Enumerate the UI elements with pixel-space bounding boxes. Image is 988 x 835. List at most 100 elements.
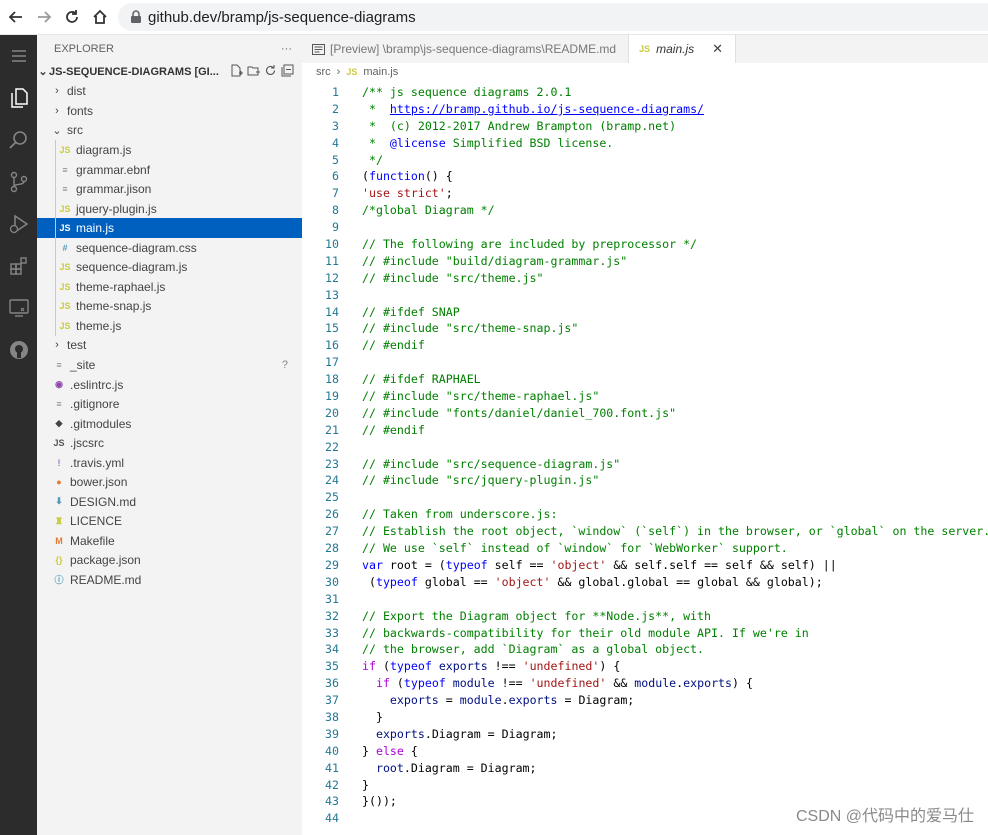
forward-arrow-icon[interactable] <box>32 5 56 29</box>
breadcrumb-folder[interactable]: src <box>316 66 331 78</box>
collapse-all-icon[interactable] <box>281 64 294 77</box>
code-token: exports <box>508 693 558 708</box>
code-line: 31 <box>302 591 988 608</box>
code-token: function <box>368 169 425 184</box>
code-token: self == <box>487 557 551 572</box>
code-token: exports <box>683 676 733 691</box>
chevron-right-icon: › <box>336 66 341 78</box>
code-token: // #endif <box>362 338 425 353</box>
file-item[interactable]: ◉ .eslintrc.js <box>37 375 302 395</box>
explorer-icon[interactable] <box>0 77 37 119</box>
file-tree: › dist › fonts ⌄ src JS diagram.js ≡ grammar.ebnf… <box>37 82 302 590</box>
file-item[interactable]: JS sequence-diagram.js <box>37 257 302 278</box>
code-text: // #endif <box>362 422 425 439</box>
folder-fonts[interactable]: › fonts <box>37 101 302 121</box>
file-item[interactable]: JS theme.js <box>37 316 302 336</box>
line-number: 40 <box>325 743 339 758</box>
code-token: global == <box>417 574 495 589</box>
code-line: 25 <box>302 489 988 506</box>
indent-guide <box>55 277 56 297</box>
file-item[interactable]: ♜ LICENCE <box>37 512 302 532</box>
line-number: 28 <box>325 541 339 556</box>
file-item[interactable]: ⓘ README.md <box>37 570 302 590</box>
file-item[interactable]: ! .travis.yml <box>37 453 302 473</box>
menu-icon[interactable] <box>0 35 37 77</box>
indent-guide <box>55 237 56 258</box>
code-text: // #include "src/sequence-diagram.js" <box>362 456 620 473</box>
code-text: // #include "build/diagram-grammar.js" <box>362 253 627 270</box>
file-item[interactable]: ≡ grammar.ebnf <box>37 159 302 180</box>
make-file-icon: M <box>55 535 63 546</box>
line-number: 22 <box>325 439 339 454</box>
code-text: exports = module.exports = Diagram; <box>362 692 634 709</box>
line-number: 21 <box>325 422 339 437</box>
file-label: sequence-diagram.css <box>76 240 197 255</box>
file-item[interactable]: ≡ .gitignore <box>37 394 302 414</box>
line-number: 11 <box>325 253 339 268</box>
run-debug-icon[interactable] <box>0 203 37 245</box>
code-line: 10 // The following are included by prepr… <box>302 236 988 253</box>
github-icon[interactable] <box>0 329 37 371</box>
file-item[interactable]: ≡ _site? <box>37 355 302 375</box>
file-item[interactable]: ● bower.json <box>37 472 302 492</box>
code-text: } <box>362 709 383 726</box>
reload-icon[interactable] <box>60 5 84 29</box>
code-line: 4 * @license Simplified BSD license. <box>302 135 988 152</box>
line-number: 18 <box>325 372 339 387</box>
line-number: 34 <box>325 642 339 657</box>
file-item[interactable]: JS theme-raphael.js <box>37 277 302 297</box>
code-line: 5 */ <box>302 152 988 169</box>
search-icon[interactable] <box>0 119 37 161</box>
refresh-icon[interactable] <box>264 64 277 77</box>
tab-readme-preview[interactable]: [Preview] \bramp\js-sequence-diagrams\RE… <box>302 35 630 63</box>
folder-test[interactable]: › test <box>37 336 302 356</box>
file-item[interactable]: # sequence-diagram.css <box>37 237 302 258</box>
workspace-root[interactable]: ⌄ JS-SEQUENCE-DIAGRAMS [GI... <box>37 62 302 82</box>
line-number: 5 <box>332 152 339 167</box>
code-line: 16 // #endif <box>302 337 988 354</box>
file-label: main.js <box>76 221 115 236</box>
extensions-icon[interactable] <box>0 245 37 287</box>
file-item[interactable]: M Makefile <box>37 531 302 551</box>
code-line: 26 // Taken from underscore.js: <box>302 506 988 523</box>
code-text: // the browser, add `Diagram` as a globa… <box>362 641 704 658</box>
new-folder-icon[interactable] <box>247 64 260 77</box>
address-bar[interactable]: github.dev/bramp/js-sequence-diagrams <box>118 3 988 31</box>
more-actions-icon[interactable]: ··· <box>281 43 292 55</box>
remote-explorer-icon[interactable] <box>0 287 37 329</box>
code-token: // Export the Diagram object for **Node.… <box>362 608 712 623</box>
code-token: exports <box>389 693 439 708</box>
new-file-icon[interactable] <box>230 64 243 77</box>
line-number: 7 <box>332 186 339 201</box>
file-item[interactable]: JS theme-snap.js <box>37 296 302 317</box>
code-editor[interactable]: 1 /** js sequence diagrams 2.0.1 2 * https… <box>302 84 988 835</box>
file-item[interactable]: ⬇ DESIGN.md <box>37 492 302 512</box>
folder-src[interactable]: ⌄ src <box>37 121 302 141</box>
close-icon[interactable]: ✕ <box>712 41 723 57</box>
source-control-icon[interactable] <box>0 161 37 203</box>
file-item[interactable]: JS .jscsrc <box>37 433 302 453</box>
code-text: * https://bramp.github.io/js-sequence-di… <box>362 101 704 118</box>
explorer-header: EXPLORER ··· <box>37 35 302 62</box>
code-text: }()); <box>362 793 397 810</box>
file-item[interactable]: JS diagram.js <box>37 140 302 160</box>
code-line: 22 <box>302 439 988 456</box>
code-token[interactable]: https://bramp.github.io/js-sequence-diag… <box>390 102 704 116</box>
watermark: CSDN @代码中的爱马仕 <box>795 808 974 825</box>
folder-dist[interactable]: › dist <box>37 82 302 102</box>
code-token: // #ifdef RAPHAEL <box>362 372 481 387</box>
code-token: 'object' <box>494 574 551 589</box>
file-item[interactable]: JS main.js <box>37 218 302 238</box>
file-item[interactable]: {} package.json <box>37 551 302 571</box>
breadcrumb-file[interactable]: main.js <box>363 66 398 78</box>
file-item[interactable]: ◆ .gitmodules <box>37 414 302 434</box>
file-label: DESIGN.md <box>70 494 137 509</box>
home-icon[interactable] <box>88 5 112 29</box>
tab-main-js[interactable]: JS main.js ✕ <box>629 35 737 63</box>
code-line: 21 // #endif <box>302 422 988 439</box>
file-item[interactable]: ≡ grammar.jison <box>37 179 302 199</box>
file-item[interactable]: JS jquery-plugin.js <box>37 198 302 219</box>
back-arrow-icon[interactable] <box>4 5 28 29</box>
file-label: theme-snap.js <box>76 299 152 314</box>
